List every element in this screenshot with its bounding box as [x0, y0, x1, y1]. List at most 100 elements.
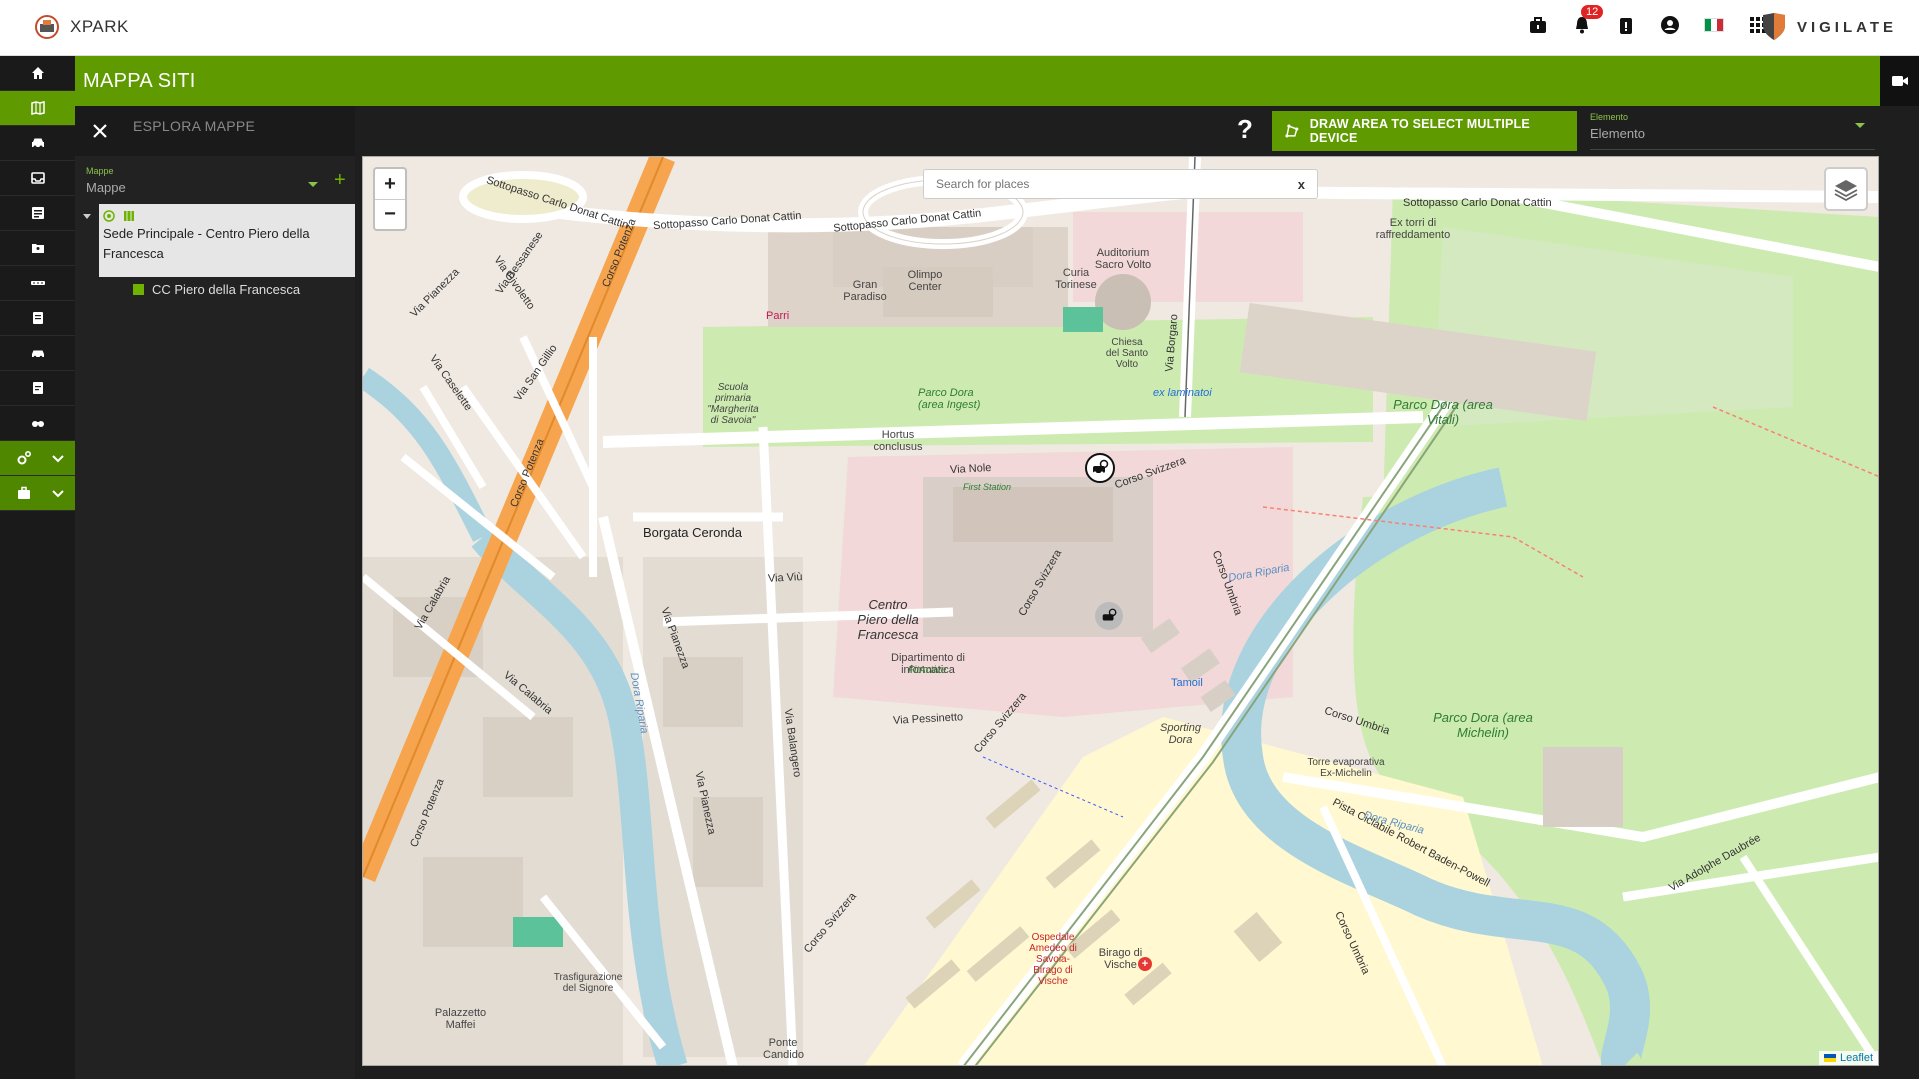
help-button[interactable]: ? [1237, 114, 1253, 145]
italy-flag-icon [1704, 18, 1724, 32]
clipboard-alert-icon [1620, 18, 1632, 34]
road-label: Via Viù [767, 571, 803, 585]
page-title: MAPPA SITI [83, 70, 196, 92]
map-canvas[interactable]: Sottopasso Carlo Donat Cattin Sottopasso… [362, 156, 1879, 1066]
layers-icon [1834, 180, 1858, 202]
poi-label: Sporting Dora [1160, 722, 1201, 746]
left-rail [0, 56, 75, 1079]
draw-area-button[interactable]: DRAW AREA TO SELECT MULTIPLE DEVICE [1272, 111, 1577, 151]
road-label: Sottopasso Carlo Donat Cattin [1403, 197, 1552, 209]
poi-label: ex laminatoi [1153, 387, 1212, 399]
alerts-button[interactable] [1615, 14, 1637, 36]
toolbox-icon [18, 486, 30, 499]
profile-button[interactable] [1659, 14, 1681, 36]
poi-label: Parri [766, 310, 790, 322]
zoom-in-button[interactable]: + [375, 169, 405, 199]
device-marker[interactable] [1095, 602, 1123, 630]
chevron-down-icon [308, 182, 318, 187]
attribution-label: Leaflet [1839, 1052, 1873, 1064]
car-icon [31, 138, 44, 149]
layers-button[interactable] [1824, 167, 1868, 211]
tree-expand-icon[interactable] [83, 214, 91, 219]
poi-label: Chiesa del Santo Volto [1105, 337, 1149, 370]
poi-label: Curia Torinese [1055, 267, 1097, 291]
add-map-button[interactable]: + [334, 170, 346, 190]
brand[interactable]: XPARK [34, 14, 129, 40]
top-icons: 12 [1527, 5, 1769, 36]
element-select[interactable]: Elemento Elemento [1590, 112, 1875, 150]
zoom-out-button[interactable]: − [375, 199, 405, 229]
video-camera-icon [1891, 76, 1908, 86]
poi-label: Ospedale Amedeo di Savoia-Birago di Visc… [1029, 932, 1077, 987]
rail-documents[interactable] [0, 371, 75, 406]
list-icon [31, 207, 44, 219]
poi-label: Ex torri di raffreddamento [1375, 217, 1451, 241]
poi-label: Birago di Vische [1098, 947, 1143, 971]
chevron-down-icon [52, 490, 64, 498]
area-label: Borgata Ceronda [643, 525, 743, 540]
maps-select-value: Mappe [86, 180, 126, 195]
panel-title: ESPLORA MAPPE [133, 118, 256, 134]
poi-label: Ponte Candido [763, 1037, 804, 1061]
rail-maps[interactable] [0, 91, 75, 126]
map-square-icon [133, 284, 144, 295]
vigilate-shield-icon [1762, 13, 1785, 40]
draw-area-label: DRAW AREA TO SELECT MULTIPLE DEVICE [1309, 117, 1530, 145]
parking-camera-icon [1093, 459, 1109, 475]
hospital-icon: + [1138, 957, 1152, 971]
tree-node-cc[interactable]: CC Piero della Francesca [133, 282, 300, 297]
notification-badge: 12 [1581, 5, 1604, 19]
element-select-value: Elemento [1590, 126, 1645, 141]
park-label: Parco Dora (area Ingest) [918, 387, 981, 411]
flag-icon [1823, 1054, 1836, 1062]
rail-inbox[interactable] [0, 161, 75, 196]
poi-label: Auditorium Sacro Volto [1094, 247, 1152, 271]
rail-home[interactable] [0, 56, 75, 91]
notifications-button[interactable]: 12 [1571, 5, 1604, 36]
map-attribution[interactable]: Leaflet [1818, 1051, 1878, 1065]
draw-polygon-icon [1285, 124, 1299, 138]
rail-car-service[interactable] [0, 336, 75, 371]
report-edit-icon [32, 312, 43, 324]
close-icon[interactable] [89, 120, 111, 142]
search-clear-button[interactable]: x [1298, 177, 1305, 192]
poi-label: Gran Paradiso [843, 279, 887, 303]
search-input[interactable] [936, 177, 1298, 191]
language-button[interactable] [1703, 14, 1725, 36]
poi-label: First Station [963, 482, 1012, 492]
rail-device[interactable] [0, 266, 75, 301]
inbox-icon [30, 172, 45, 184]
binoculars-icon [31, 421, 44, 427]
tree-node-sede[interactable]: Sede Principale - Centro Piero della Fra… [99, 204, 355, 277]
maps-select[interactable]: Mappe Mappe + [86, 166, 346, 195]
user-circle-icon [1661, 16, 1679, 34]
rail-list[interactable] [0, 196, 75, 231]
poi-label: Centro Piero della Francesca [857, 597, 919, 642]
park-label: Parco Dora (area Vitali) [1393, 397, 1493, 427]
poi-label: Scuola primaria "Margherita di Savoia" [707, 382, 759, 426]
poi-label: Trasfigurazione del Signore [553, 972, 623, 994]
device-marker[interactable] [1085, 453, 1115, 483]
target-icon [103, 210, 115, 222]
poi-label: FitActive [908, 665, 947, 676]
camera-button[interactable] [1880, 56, 1919, 106]
rail-folder-user[interactable] [0, 231, 75, 266]
document-icon [32, 382, 43, 394]
rail-watch[interactable] [0, 406, 75, 441]
rail-toolbox-group[interactable] [0, 476, 75, 511]
car-service-icon [31, 350, 44, 359]
tree-child-label: CC Piero della Francesca [152, 282, 301, 297]
home-icon [31, 67, 44, 79]
panel-header: ESPLORA MAPPE [75, 106, 355, 156]
rail-report[interactable] [0, 301, 75, 336]
rail-settings-group[interactable] [0, 441, 75, 476]
page-header: MAPPA SITI [75, 56, 1880, 106]
chevron-down-icon [52, 455, 64, 463]
toolbox-button[interactable] [1527, 14, 1549, 36]
park-label: Parco Dora (area Michelin) [1433, 710, 1533, 740]
app-name: XPARK [70, 17, 129, 36]
gears-icon [17, 450, 32, 465]
maps-select-label: Mappe [86, 166, 114, 176]
rail-vehicles[interactable] [0, 126, 75, 161]
parking-camera-icon [1102, 608, 1117, 621]
